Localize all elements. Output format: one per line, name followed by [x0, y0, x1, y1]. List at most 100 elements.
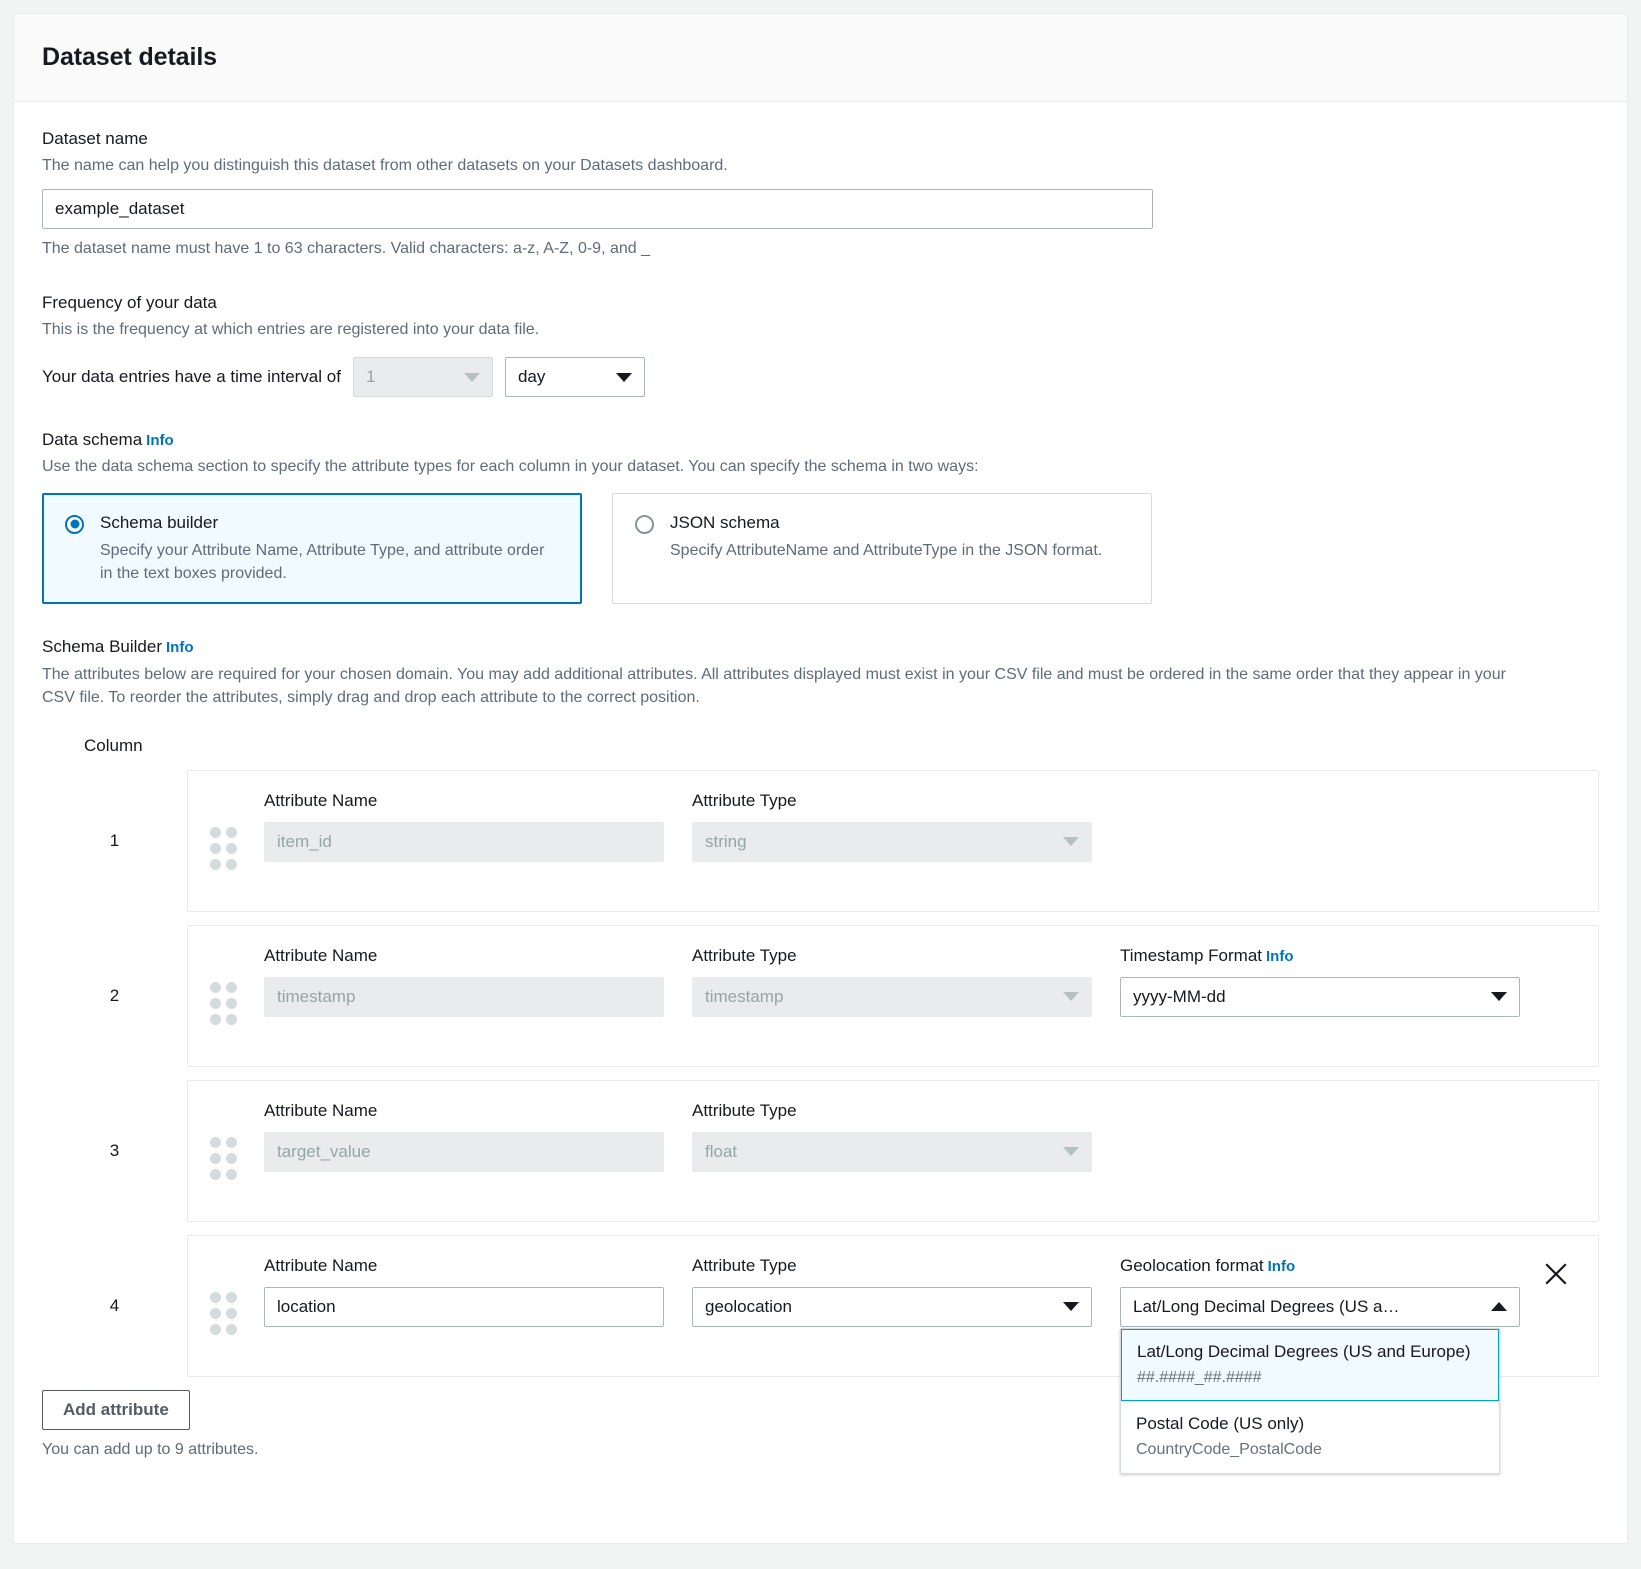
- radio-card-json-schema-description: Specify AttributeName and AttributeType …: [670, 540, 1131, 563]
- row-number: 1: [42, 770, 187, 912]
- attribute-type-value: timestamp: [705, 987, 1053, 1007]
- chevron-down-icon: [1491, 992, 1507, 1001]
- radio-card-schema-builder-title: Schema builder: [100, 512, 561, 533]
- attribute-name-group: Attribute Name: [264, 946, 664, 1017]
- attribute-type-label: Attribute Type: [692, 1101, 1092, 1121]
- frequency-section: Frequency of your data This is the frequ…: [42, 292, 1599, 397]
- option-subtitle: CountryCode_PostalCode: [1136, 1440, 1484, 1461]
- option-subtitle: ##.####_##.####: [1137, 1368, 1483, 1389]
- row-number: 2: [42, 925, 187, 1067]
- chevron-down-icon: [464, 373, 480, 382]
- chevron-down-icon: [1063, 837, 1079, 846]
- data-schema-radio-group: Schema builder Specify your Attribute Na…: [42, 493, 1599, 605]
- radio-selected-icon[interactable]: [65, 515, 84, 534]
- option-title: Postal Code (US only): [1136, 1413, 1484, 1436]
- time-interval-unit-select[interactable]: day: [505, 357, 645, 397]
- attribute-type-select: timestamp: [692, 977, 1092, 1017]
- attribute-type-label: Attribute Type: [692, 1256, 1092, 1276]
- schema-builder-label-text: Schema Builder: [42, 637, 162, 656]
- frequency-controls: Your data entries have a time interval o…: [42, 357, 1599, 397]
- table-row: 3 Attribute Name Attribute Type: [42, 1080, 1599, 1222]
- geolocation-format-dropdown-wrap: Lat/Long Decimal Degrees (US a… Lat/Long…: [1120, 1287, 1520, 1327]
- attribute-card-2: Attribute Name Attribute Type timestamp: [187, 925, 1599, 1067]
- radio-card-json-schema[interactable]: JSON schema Specify AttributeName and At…: [612, 493, 1152, 605]
- dataset-name-hint: The dataset name must have 1 to 63 chara…: [42, 237, 1599, 260]
- data-schema-section: Data schemaInfo Use the data schema sect…: [42, 429, 1599, 604]
- attribute-name-input: [264, 822, 664, 862]
- attribute-rows: 1 Attribute Name Attribute Type: [42, 770, 1599, 1377]
- geolocation-format-value: Lat/Long Decimal Degrees (US a…: [1133, 1297, 1481, 1317]
- dataset-name-input[interactable]: [42, 189, 1153, 229]
- timestamp-format-label-text: Timestamp Format: [1120, 946, 1262, 965]
- table-row: 2 Attribute Name Attribute Type: [42, 925, 1599, 1067]
- info-link-geolocation-format[interactable]: Info: [1268, 1258, 1296, 1275]
- attribute-type-group: Attribute Type string: [692, 791, 1092, 862]
- drag-handle-icon[interactable]: [210, 827, 238, 870]
- attribute-name-label: Attribute Name: [264, 1101, 664, 1121]
- attribute-name-label: Attribute Name: [264, 1256, 664, 1276]
- info-link-schema-builder[interactable]: Info: [166, 639, 194, 656]
- info-link-timestamp-format[interactable]: Info: [1266, 948, 1294, 965]
- chevron-down-icon: [1063, 1147, 1079, 1156]
- timestamp-format-label: Timestamp FormatInfo: [1120, 946, 1520, 966]
- panel-body: Dataset name The name can help you disti…: [14, 102, 1627, 1459]
- data-schema-description: Use the data schema section to specify t…: [42, 455, 1599, 478]
- attribute-name-group: Attribute Name: [264, 791, 664, 862]
- geolocation-format-label-text: Geolocation format: [1120, 1256, 1264, 1275]
- info-link-data-schema[interactable]: Info: [146, 432, 174, 449]
- radio-card-schema-builder-texts: Schema builder Specify your Attribute Na…: [100, 512, 561, 586]
- dataset-name-label: Dataset name: [42, 128, 1599, 151]
- chevron-down-icon: [1063, 1302, 1079, 1311]
- row-number: 3: [42, 1080, 187, 1222]
- timestamp-format-select[interactable]: yyyy-MM-dd: [1120, 977, 1520, 1017]
- attribute-name-input[interactable]: [264, 1287, 664, 1327]
- attribute-type-select[interactable]: geolocation: [692, 1287, 1092, 1327]
- radio-card-schema-builder-description: Specify your Attribute Name, Attribute T…: [100, 540, 561, 585]
- geolocation-format-option-postalcode[interactable]: Postal Code (US only) CountryCode_Postal…: [1121, 1401, 1499, 1472]
- attribute-name-label: Attribute Name: [264, 946, 664, 966]
- geolocation-format-select[interactable]: Lat/Long Decimal Degrees (US a…: [1120, 1287, 1520, 1327]
- data-schema-label: Data schemaInfo: [42, 429, 1599, 452]
- table-row: 1 Attribute Name Attribute Type: [42, 770, 1599, 912]
- attribute-name-label: Attribute Name: [264, 791, 664, 811]
- time-interval-count-value: 1: [366, 367, 454, 387]
- data-schema-label-text: Data schema: [42, 430, 142, 449]
- chevron-down-icon: [1063, 992, 1079, 1001]
- drag-handle-icon[interactable]: [210, 1137, 238, 1180]
- attribute-type-value: geolocation: [705, 1297, 1053, 1317]
- attribute-name-group: Attribute Name: [264, 1101, 664, 1172]
- add-attribute-button[interactable]: Add attribute: [42, 1390, 190, 1430]
- dataset-details-panel: Dataset details Dataset name The name ca…: [13, 13, 1628, 1544]
- page-title: Dataset details: [42, 43, 217, 72]
- radio-card-json-schema-texts: JSON schema Specify AttributeName and At…: [670, 512, 1131, 586]
- attribute-name-input: [264, 1132, 664, 1172]
- radio-card-json-schema-title: JSON schema: [670, 512, 1131, 533]
- close-icon: [1543, 1261, 1569, 1287]
- attribute-type-label: Attribute Type: [692, 791, 1092, 811]
- geolocation-format-option-latlong[interactable]: Lat/Long Decimal Degrees (US and Europe)…: [1121, 1329, 1499, 1401]
- time-interval-count-select[interactable]: 1: [353, 357, 493, 397]
- timestamp-format-group: Timestamp FormatInfo yyyy-MM-dd: [1120, 946, 1520, 1017]
- radio-unselected-icon[interactable]: [635, 515, 654, 534]
- attribute-type-group: Attribute Type float: [692, 1101, 1092, 1172]
- geolocation-format-group: Geolocation formatInfo Lat/Long Decimal …: [1120, 1256, 1520, 1327]
- attribute-card-1: Attribute Name Attribute Type string: [187, 770, 1599, 912]
- attribute-type-value: string: [705, 832, 1053, 852]
- time-interval-unit-value: day: [518, 367, 606, 387]
- panel-header: Dataset details: [14, 14, 1627, 102]
- row-number: 4: [42, 1235, 187, 1377]
- schema-builder-description: The attributes below are required for yo…: [42, 663, 1542, 709]
- attribute-card-4: Attribute Name Attribute Type geolocatio…: [187, 1235, 1599, 1377]
- attribute-type-select: float: [692, 1132, 1092, 1172]
- timestamp-format-value: yyyy-MM-dd: [1133, 987, 1481, 1007]
- frequency-label: Frequency of your data: [42, 292, 1599, 315]
- remove-attribute-button[interactable]: [1540, 1258, 1572, 1290]
- attribute-card-3: Attribute Name Attribute Type float: [187, 1080, 1599, 1222]
- attribute-type-group: Attribute Type timestamp: [692, 946, 1092, 1017]
- dataset-name-description: The name can help you distinguish this d…: [42, 154, 1599, 177]
- radio-card-schema-builder[interactable]: Schema builder Specify your Attribute Na…: [42, 493, 582, 605]
- schema-builder-section: Schema BuilderInfo The attributes below …: [42, 636, 1599, 1458]
- attribute-name-group: Attribute Name: [264, 1256, 664, 1327]
- drag-handle-icon[interactable]: [210, 982, 238, 1025]
- drag-handle-icon[interactable]: [210, 1292, 238, 1335]
